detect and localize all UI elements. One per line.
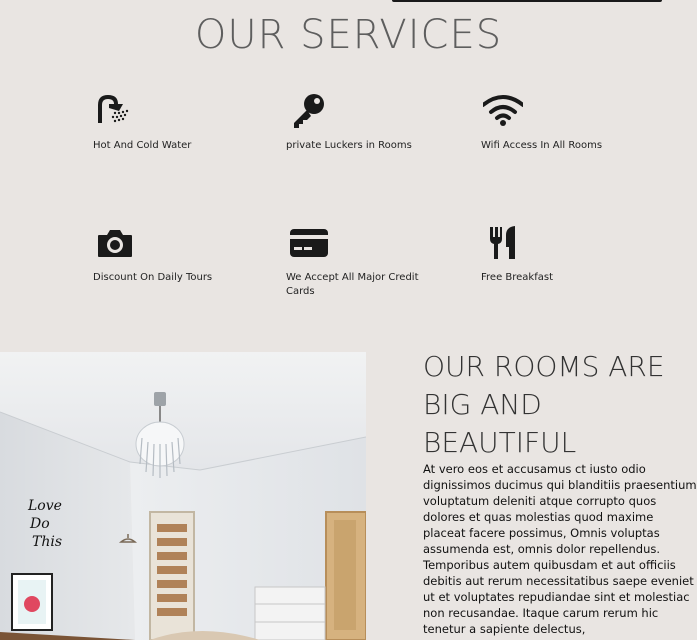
shower-icon	[98, 94, 129, 123]
svg-text:Do: Do	[29, 516, 50, 532]
wifi-icon	[483, 95, 523, 126]
service-daily-tours: Discount On Daily Tours	[93, 223, 243, 285]
rooms-title: OUR ROOMS ARE BIG AND BEAUTIFUL	[423, 350, 665, 459]
service-hot-cold-water: Hot And Cold Water	[93, 91, 243, 153]
service-label: Free Breakfast	[481, 272, 554, 283]
utensils-icon	[490, 226, 515, 259]
service-label: We Accept All Major Credit Cards	[286, 272, 419, 297]
service-label: Discount On Daily Tours	[93, 272, 213, 283]
camera-icon	[98, 230, 132, 257]
service-wifi: Wifi Access In All Rooms	[481, 91, 631, 153]
credit-card-icon	[290, 229, 328, 257]
top-navigation-bar	[392, 0, 662, 2]
service-credit-cards: We Accept All Major Credit Cards	[286, 223, 436, 299]
poster-text: Love	[27, 498, 62, 514]
room-image: Love Do This	[0, 352, 366, 640]
key-icon	[294, 94, 324, 128]
room-photo: Love Do This	[0, 352, 366, 640]
services-title: OUR SERVICES	[194, 12, 503, 58]
svg-text:This: This	[32, 534, 62, 550]
service-label: Wifi Access In All Rooms	[481, 140, 603, 151]
service-private-lockers: private Luckers in Rooms	[286, 91, 436, 153]
service-label: Hot And Cold Water	[93, 140, 192, 151]
service-label: private Luckers in Rooms	[286, 140, 412, 151]
service-free-breakfast: Free Breakfast	[481, 223, 631, 285]
rooms-description: At vero eos et accusamus ct iusto odio d…	[423, 462, 697, 636]
